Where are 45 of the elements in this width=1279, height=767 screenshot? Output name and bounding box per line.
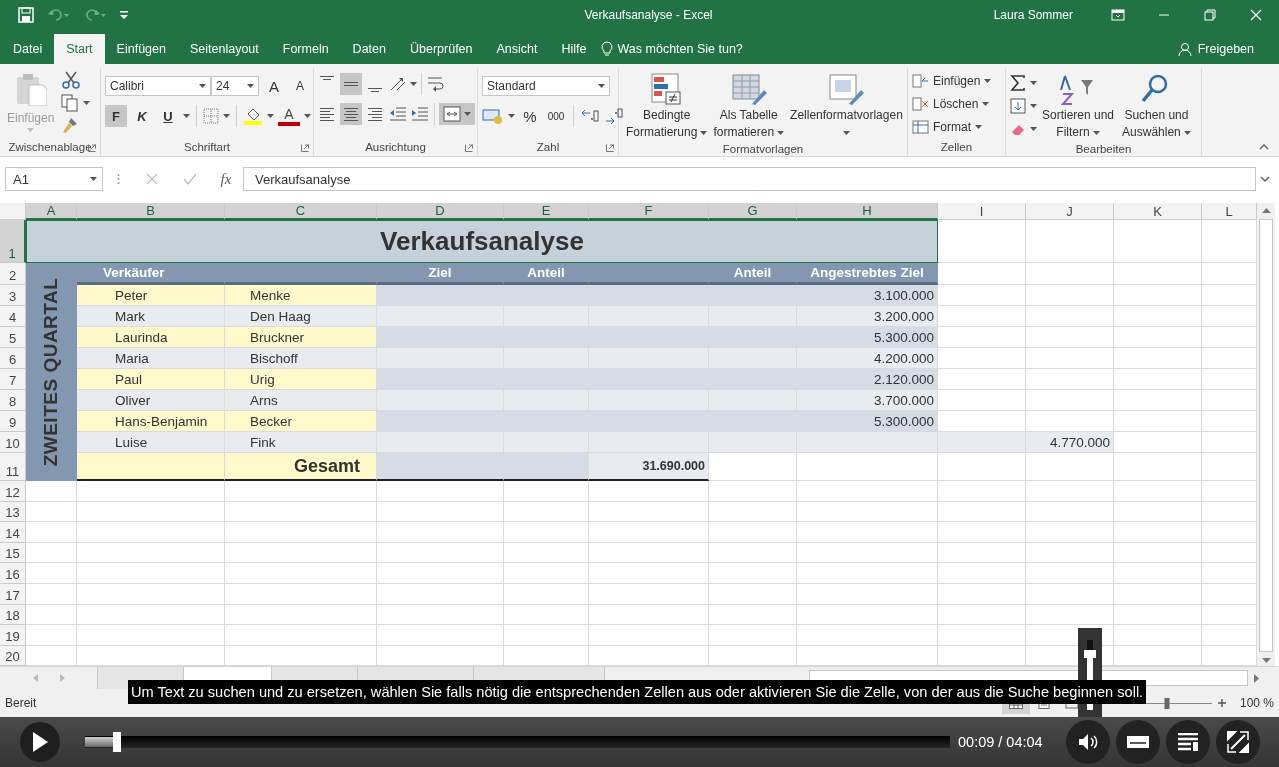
- table-cell: Bischoff: [225, 348, 377, 369]
- table-cell: Oliver: [77, 390, 225, 411]
- user-name: Laura Sommer: [993, 8, 1073, 22]
- group-label: Ausrichtung: [365, 141, 426, 153]
- table-cell: Verkäufer: [77, 263, 225, 285]
- table-cell: 5.300.000: [797, 411, 938, 432]
- table-cell: 5.300.000: [797, 327, 938, 348]
- table-cell: Ziel: [377, 263, 504, 285]
- table-cell: 3.200.000: [797, 306, 938, 327]
- status-text: Bereit: [5, 696, 37, 710]
- table-cell: Anteil: [709, 263, 797, 285]
- group-label: Zellen: [940, 141, 973, 153]
- table-cell: Bruckner: [225, 327, 377, 348]
- group-label: Bearbeiten: [1075, 143, 1132, 155]
- table-cell: Paul: [77, 369, 225, 390]
- table-cell: Menke: [225, 285, 377, 306]
- table-cell: Arns: [225, 390, 377, 411]
- table-cell: 4.200.000: [797, 348, 938, 369]
- time-display: 00:09 / 04:04: [958, 734, 1044, 750]
- table-cell: Angestrebtes Ziel: [797, 263, 938, 285]
- table-cell: Den Haag: [225, 306, 377, 327]
- group-label: Schriftart: [184, 141, 230, 153]
- window-title: Verkaufsanalyse - Excel: [584, 8, 713, 22]
- table-cell: Becker: [225, 411, 377, 432]
- table-cell: Gesamt: [225, 453, 377, 481]
- group-label: Formatvorlagen: [722, 143, 804, 155]
- group-label: Zahl: [536, 141, 560, 153]
- table-cell: Peter: [77, 285, 225, 306]
- table-cell: Anteil: [504, 263, 589, 285]
- group-label: Zwischenablage: [8, 141, 92, 153]
- table-cell: 3.100.000: [797, 285, 938, 306]
- table-cell: Mark: [77, 306, 225, 327]
- table-cell: 4.770.000: [1026, 432, 1114, 453]
- table-cell: Hans-Benjamin: [77, 411, 225, 432]
- table-cell: Maria: [77, 348, 225, 369]
- table-cell: Laurinda: [77, 327, 225, 348]
- table-cell: 31.690.000: [589, 453, 709, 481]
- table-cell: Luise: [77, 432, 225, 453]
- table-cell: Urig: [225, 369, 377, 390]
- table-cell: Fink: [225, 432, 377, 453]
- table-cell: Verkaufsanalyse: [26, 220, 938, 263]
- side-label: ZWEITES QUARTAL: [26, 263, 77, 481]
- table-cell: 3.700.000: [797, 390, 938, 411]
- caption-tooltip: Um Text zu suchen und zu ersetzen, wählen Sie falls nötig die entsprechenden Zellen aus oder aktivieren Sie die Zelle, von der aus die Suche beginnen soll.: [128, 680, 1147, 704]
- table-cell: 2.120.000: [797, 369, 938, 390]
